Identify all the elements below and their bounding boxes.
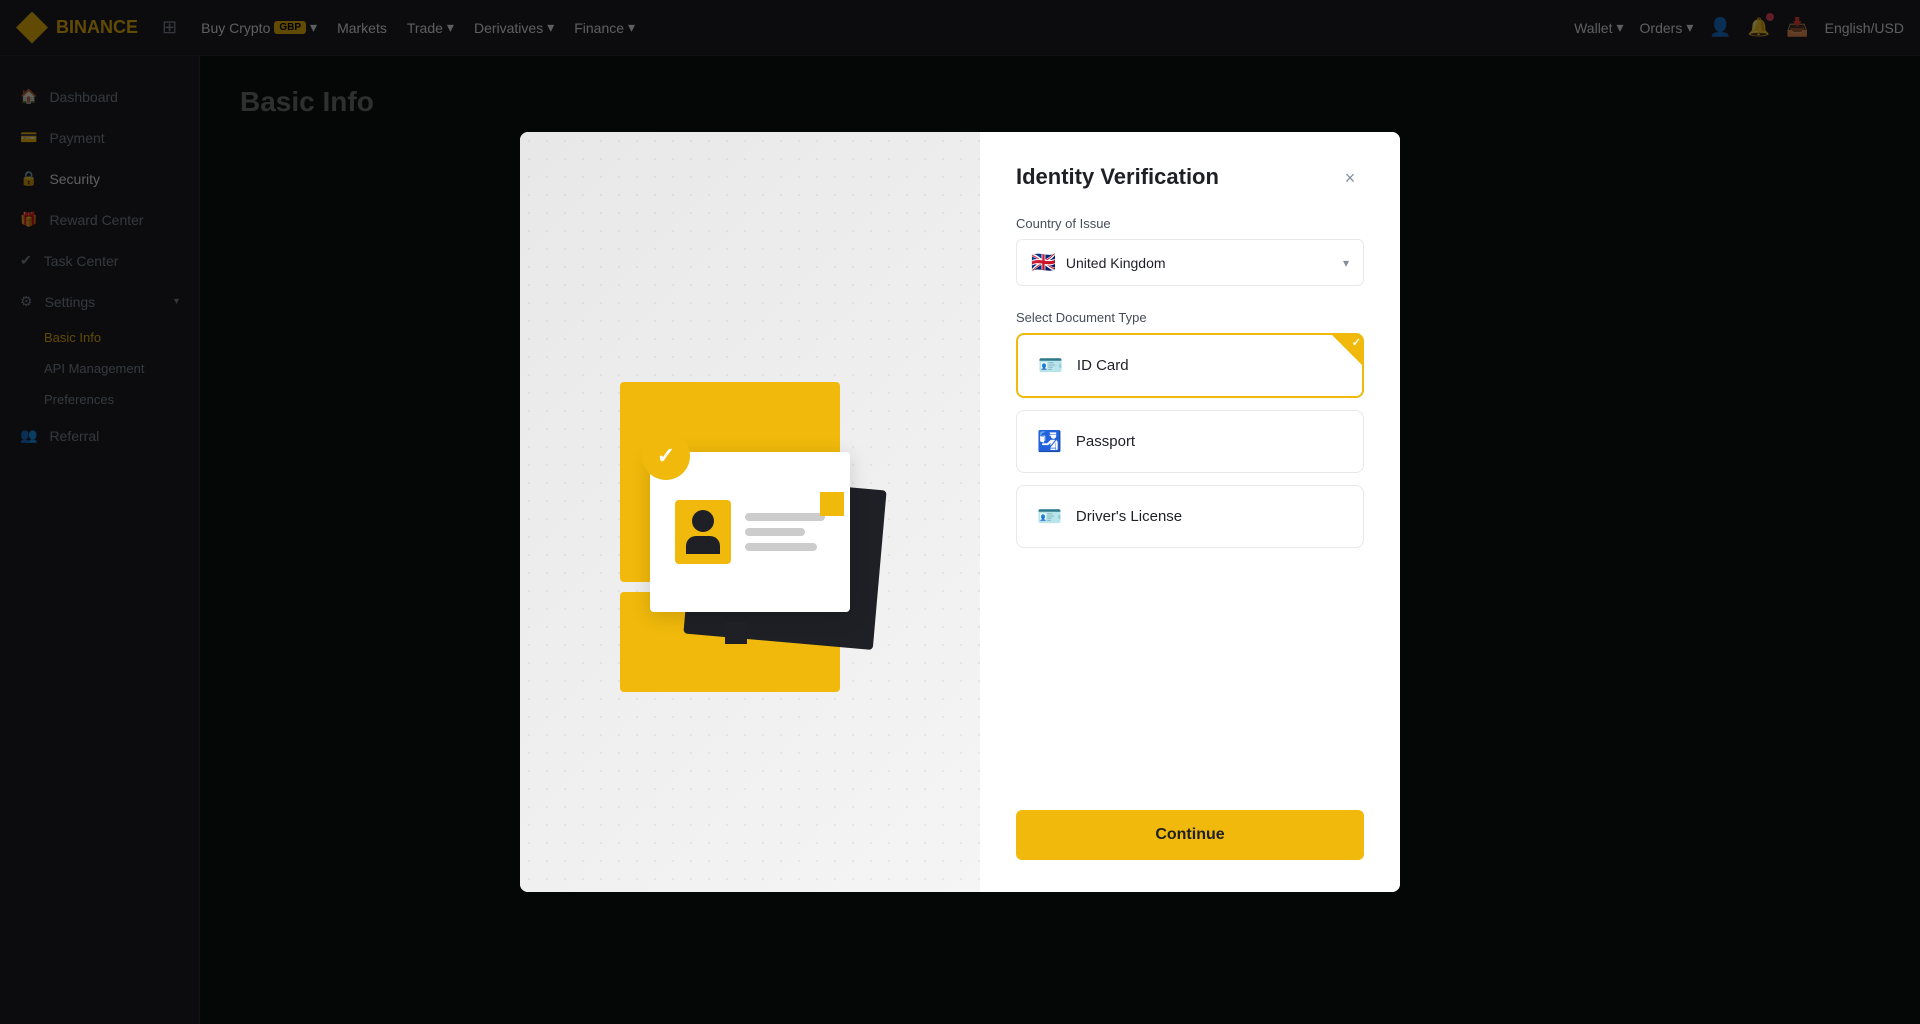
illus-small-square-dark bbox=[725, 622, 747, 644]
illustration: ✓ bbox=[590, 322, 910, 702]
modal-close-button[interactable]: × bbox=[1336, 164, 1364, 192]
illus-card-content bbox=[659, 484, 841, 580]
illus-line-3 bbox=[745, 543, 817, 551]
chevron-down-icon: ▾ bbox=[1343, 256, 1349, 270]
country-name: United Kingdom bbox=[1066, 255, 1166, 271]
illus-small-square-yellow bbox=[820, 492, 844, 516]
passport-label: Passport bbox=[1076, 433, 1135, 450]
illus-line-2 bbox=[745, 528, 805, 536]
illus-avatar bbox=[675, 500, 731, 564]
modal-header: Identity Verification × bbox=[1016, 164, 1364, 192]
passport-icon: 🛂 bbox=[1037, 429, 1062, 454]
country-select-dropdown[interactable]: 🇬🇧 United Kingdom ▾ bbox=[1016, 239, 1364, 286]
modal-form-panel: Identity Verification × Country of Issue… bbox=[980, 132, 1400, 892]
selected-checkmark bbox=[1331, 334, 1363, 366]
illus-lines bbox=[745, 513, 825, 551]
modal-title: Identity Verification bbox=[1016, 164, 1219, 190]
uk-flag: 🇬🇧 bbox=[1031, 250, 1056, 275]
identity-verification-modal: ✓ Identity Verification × Country of Iss… bbox=[520, 132, 1400, 892]
doc-option-id-card[interactable]: 🪪 ID Card bbox=[1016, 333, 1364, 398]
drivers-license-icon: 🪪 bbox=[1037, 504, 1062, 529]
country-of-issue-label: Country of Issue bbox=[1016, 216, 1364, 231]
country-select-left: 🇬🇧 United Kingdom bbox=[1031, 250, 1166, 275]
doc-option-drivers-license[interactable]: 🪪 Driver's License bbox=[1016, 485, 1364, 548]
drivers-license-label: Driver's License bbox=[1076, 508, 1182, 525]
illus-white-card bbox=[650, 452, 850, 612]
illus-avatar-body bbox=[686, 536, 720, 554]
illus-line-1 bbox=[745, 513, 825, 521]
illus-avatar-head bbox=[692, 510, 714, 532]
illus-checkmark: ✓ bbox=[642, 432, 690, 480]
id-card-icon: 🪪 bbox=[1038, 353, 1063, 378]
document-type-label: Select Document Type bbox=[1016, 310, 1364, 325]
id-card-label: ID Card bbox=[1077, 357, 1129, 374]
continue-button[interactable]: Continue bbox=[1016, 810, 1364, 860]
modal-illustration-panel: ✓ bbox=[520, 132, 980, 892]
doc-option-passport[interactable]: 🛂 Passport bbox=[1016, 410, 1364, 473]
